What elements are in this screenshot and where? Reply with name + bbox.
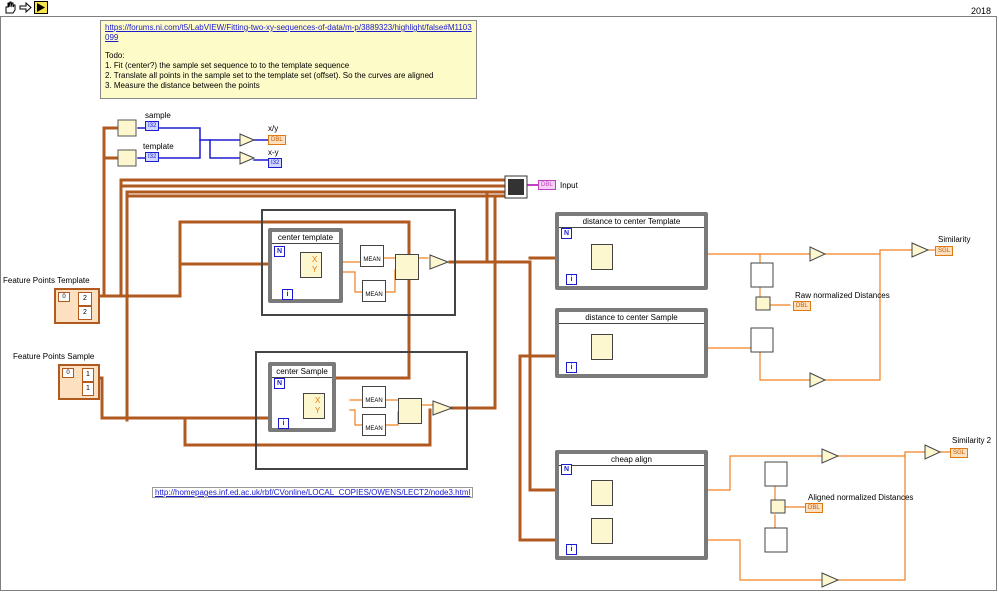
loop-iteration-terminal: i [278,418,289,429]
xy-label: x/y [268,124,279,133]
x-y-indicator[interactable]: I32 [268,158,283,168]
mean-node: MEAN [362,386,386,408]
bundle-node [398,398,422,424]
input-indicator[interactable]: DBL [538,180,556,190]
reference-link[interactable]: http://homepages.inf.ed.ac.uk/rbf/CVonli… [152,487,474,498]
similarity2-indicator[interactable]: SGL [950,448,969,458]
loop-iteration-terminal: i [566,362,577,373]
loop-distance-template: distance to center Template N i [555,212,708,290]
x-y-label: x-y [268,148,279,157]
loop-count-terminal: N [274,246,285,257]
loop-iteration-terminal: i [282,289,293,300]
raw-normalized-indicator[interactable]: DBL [793,301,811,311]
feature-sample-control[interactable]: 0 1 1 [58,364,100,400]
unbundle-node [300,252,322,278]
template-label: template [143,142,174,151]
template-indicator[interactable]: I32 [145,152,160,162]
sample-label: sample [145,111,171,120]
aligned-normalized-indicator[interactable]: DBL [805,503,823,513]
similarity-label: Similarity [938,235,971,244]
similarity-indicator[interactable]: SGL [935,246,954,256]
loop-iteration-terminal: i [566,544,577,555]
loop-count-terminal: N [274,378,285,389]
feature-sample-label: Feature Points Sample [13,352,95,361]
loop-count-terminal: N [561,228,572,239]
input-label: Input [560,181,578,190]
aligned-normalized-label: Aligned normalized Distances [808,493,914,502]
loop-cheap-align: cheap align N i [555,450,708,560]
sample-indicator[interactable]: I32 [145,121,160,131]
raw-normalized-label: Raw normalized Distances [795,291,890,300]
feature-template-control[interactable]: 0 2 2 [54,288,100,324]
loop-distance-sample: distance to center Sample i [555,308,708,378]
loop-center-sample: center Sample N i [268,362,336,432]
xy-indicator[interactable]: DBL [268,135,286,145]
mean-node: MEAN [362,280,386,302]
bundle-node [395,254,419,280]
unbundle-node [303,393,325,419]
loop-count-terminal: N [561,464,572,475]
mean-node: MEAN [360,245,384,267]
loop-iteration-terminal: i [566,274,577,285]
similarity2-label: Similarity 2 [952,436,992,445]
mean-node: MEAN [362,414,386,436]
feature-template-label: Feature Points Template [3,276,90,285]
